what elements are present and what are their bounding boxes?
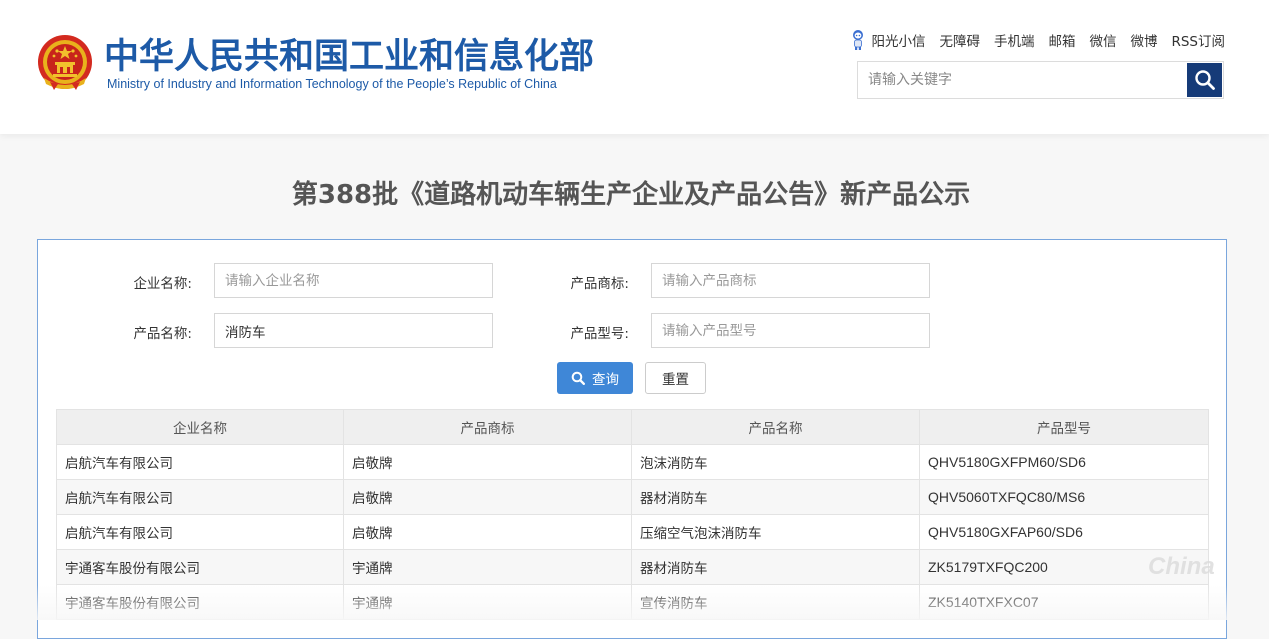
top-links: 阳光小信 无障碍 手机端 邮箱 微信 微博 RSS订阅 [851, 30, 1225, 50]
cell-company: 宇通客车股份有限公司 [56, 584, 344, 620]
cell-company: 启航汽车有限公司 [56, 479, 344, 515]
cell-brand: 启敬牌 [343, 444, 632, 480]
product-input[interactable] [214, 313, 493, 348]
table-row[interactable]: 启航汽车有限公司 启敬牌 压缩空气泡沫消防车 QHV5180GXFAP60/SD… [56, 514, 1209, 550]
cell-model[interactable]: QHV5180GXFPM60/SD6 [919, 444, 1209, 480]
product-label: 产品名称: [133, 326, 192, 342]
robot-assistant-icon [853, 30, 864, 50]
top-link-wechat[interactable]: 微信 [1089, 30, 1116, 50]
header-brand: 产品商标 [343, 409, 632, 445]
top-link-email[interactable]: 邮箱 [1048, 30, 1075, 50]
header-model: 产品型号 [919, 409, 1209, 445]
cell-company: 启航汽车有限公司 [56, 514, 344, 550]
site-search-input[interactable] [858, 62, 1188, 98]
cell-brand: 启敬牌 [343, 479, 632, 515]
national-emblem-icon[interactable] [36, 32, 94, 94]
query-panel: 企业名称: 产品商标: 产品名称: 产品型号: 查询 重置 企业名称 产品商标 … [37, 239, 1227, 639]
top-link-weibo[interactable]: 微博 [1130, 30, 1157, 50]
cell-model[interactable]: ZK5179TXFQC200 [919, 549, 1209, 585]
top-link-assistant[interactable]: 阳光小信 [851, 29, 925, 51]
site-title[interactable]: 中华人民共和国工业和信息化部 [104, 36, 594, 78]
model-label: 产品型号: [570, 326, 629, 342]
company-input[interactable] [214, 263, 493, 298]
table-header-row: 企业名称 产品商标 产品名称 产品型号 [56, 409, 1209, 445]
table-row[interactable]: 启航汽车有限公司 启敬牌 泡沫消防车 QHV5180GXFPM60/SD6 [56, 444, 1209, 480]
cell-product: 器材消防车 [631, 479, 920, 515]
top-link-mobile[interactable]: 手机端 [994, 30, 1035, 50]
top-link-accessibility[interactable]: 无障碍 [939, 30, 980, 50]
cell-company: 启航汽车有限公司 [56, 444, 344, 480]
cell-brand: 启敬牌 [343, 514, 632, 550]
site-subtitle: Ministry of Industry and Information Tec… [107, 77, 557, 91]
cell-brand: 宇通牌 [343, 584, 632, 620]
cell-model[interactable]: ZK5140TXFXC07 [919, 584, 1209, 620]
cell-model[interactable]: QHV5180GXFAP60/SD6 [919, 514, 1209, 550]
results-table: 企业名称 产品商标 产品名称 产品型号 启航汽车有限公司 启敬牌 泡沫消防车 Q… [56, 409, 1209, 620]
site-search-button[interactable] [1187, 63, 1222, 97]
site-search [857, 61, 1224, 99]
site-header: 中华人民共和国工业和信息化部 Ministry of Industry and … [0, 0, 1269, 134]
table-row[interactable]: 宇通客车股份有限公司 宇通牌 宣传消防车 ZK5140TXFXC07 [56, 584, 1209, 620]
cell-company: 宇通客车股份有限公司 [56, 549, 344, 585]
cell-product: 压缩空气泡沫消防车 [631, 514, 920, 550]
cell-product: 泡沫消防车 [631, 444, 920, 480]
cell-brand: 宇通牌 [343, 549, 632, 585]
cell-product: 器材消防车 [631, 549, 920, 585]
page-title: 第388批《道路机动车辆生产企业及产品公告》新产品公示 [291, 180, 971, 210]
company-label: 企业名称: [133, 276, 192, 292]
search-icon [571, 371, 585, 385]
top-link-label: 阳光小信 [871, 34, 926, 50]
header-company: 企业名称 [56, 409, 344, 445]
search-icon [1194, 70, 1215, 90]
model-input[interactable] [651, 313, 930, 348]
header-product: 产品名称 [631, 409, 920, 445]
query-button[interactable]: 查询 [557, 362, 633, 394]
table-row[interactable]: 启航汽车有限公司 启敬牌 器材消防车 QHV5060TXFQC80/MS6 [56, 479, 1209, 515]
table-row[interactable]: 宇通客车股份有限公司 宇通牌 器材消防车 ZK5179TXFQC200 [56, 549, 1209, 585]
reset-button[interactable]: 重置 [645, 362, 706, 394]
query-button-label: 查询 [592, 372, 619, 388]
cell-model[interactable]: QHV5060TXFQC80/MS6 [919, 479, 1209, 515]
top-link-rss[interactable]: RSS订阅 [1171, 30, 1225, 50]
brand-input[interactable] [651, 263, 930, 298]
cell-product: 宣传消防车 [631, 584, 920, 620]
brand-label: 产品商标: [570, 276, 629, 292]
